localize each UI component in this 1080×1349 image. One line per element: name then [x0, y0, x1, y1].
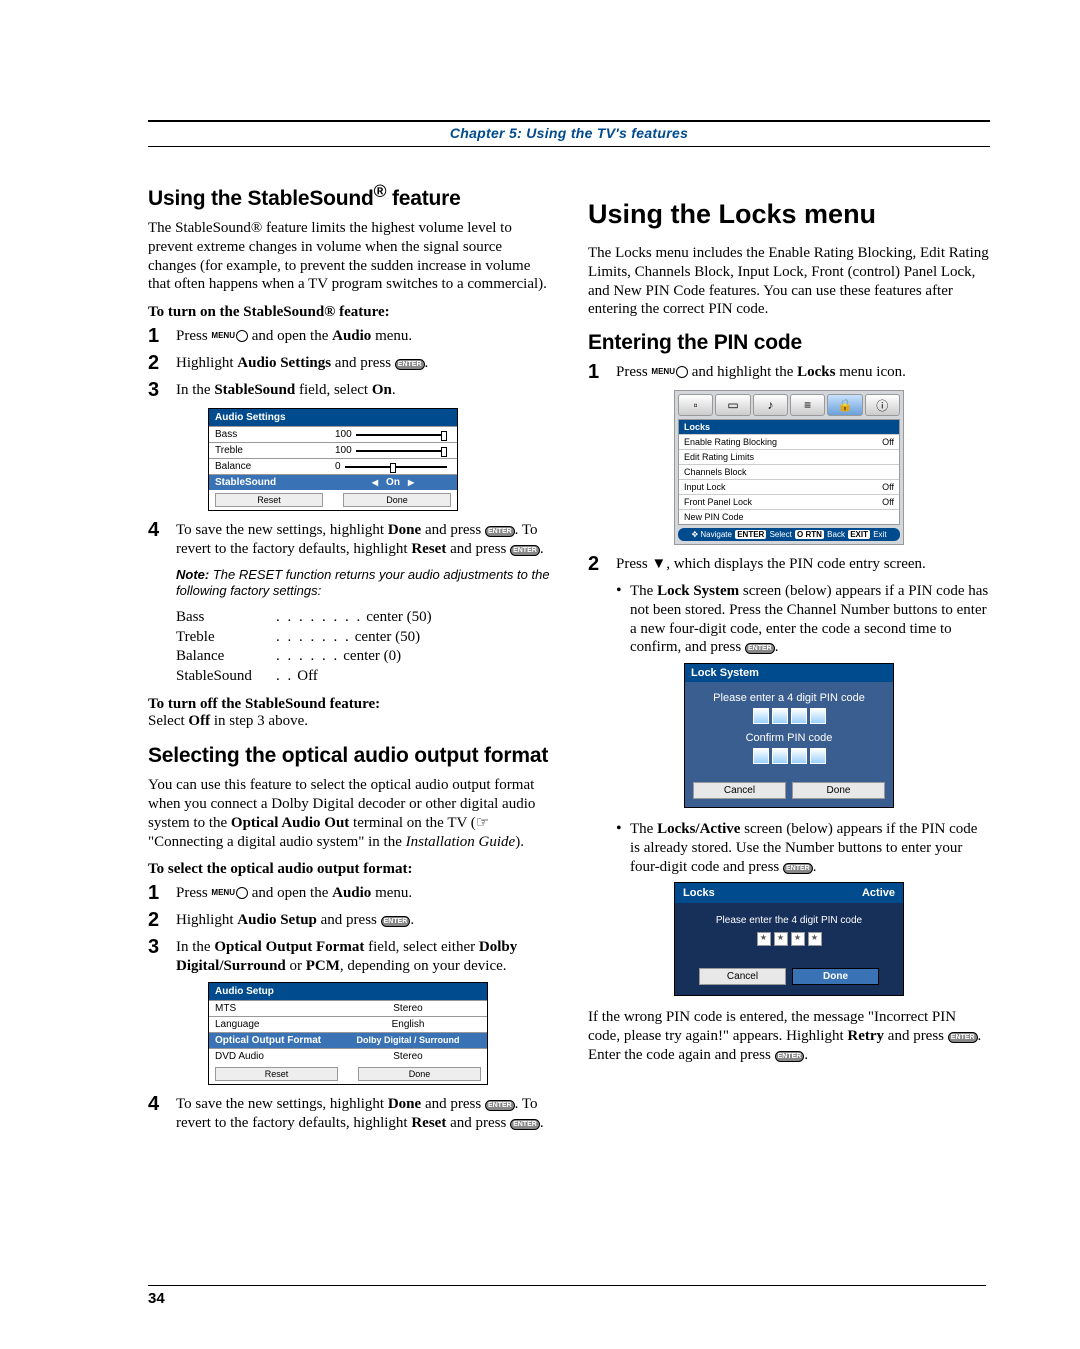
- row-front-panel-lock: Front Panel LockOff: [679, 494, 899, 509]
- tab-icon: ♪: [753, 394, 788, 416]
- enter-icon: ENTER: [381, 916, 411, 927]
- opt-step-1: 1 Press MENU and open the Audio menu.: [148, 884, 550, 905]
- locks-active-screenshot: Locks Active Please enter the 4 digit PIN…: [674, 882, 904, 996]
- bullet-lock-system: • The Lock System screen (below) appears…: [616, 582, 990, 657]
- lock-system-header: Lock System: [685, 664, 893, 682]
- opt-to-label: To select the optical audio output forma…: [148, 861, 550, 878]
- done-button: Done: [792, 968, 879, 985]
- step-4: 4 To save the new settings, highlight Do…: [148, 521, 550, 559]
- locks-menu-screenshot: ▫ ▭ ♪ ≡ 🔒 ⓘ Locks Enable Rating Blocking…: [674, 390, 904, 545]
- step-1: 1 Press MENU and open the Audio menu.: [148, 327, 550, 348]
- reset-button: Reset: [215, 1067, 338, 1081]
- enter-icon: ENTER: [783, 863, 813, 874]
- enter-icon: ENTER: [485, 526, 515, 537]
- locks-label: Locks: [683, 887, 715, 899]
- locks-intro: The Locks menu includes the Enable Ratin…: [588, 244, 990, 319]
- locks-panel-header: Locks: [679, 420, 899, 434]
- heading-locks-menu: Using the Locks menu: [588, 199, 990, 230]
- opt-step-2: 2 Highlight Audio Setup and press ENTER.: [148, 911, 550, 932]
- audio-settings-screenshot: Audio Settings Bass100 Treble100 Balance…: [208, 408, 458, 511]
- stablesound-intro: The StableSound® feature limits the high…: [148, 219, 550, 294]
- row-enable-rating: Enable Rating BlockingOff: [679, 434, 899, 449]
- tab-icon: ⓘ: [865, 394, 900, 416]
- wrong-pin-note: If the wrong PIN code is entered, the me…: [588, 1008, 990, 1064]
- enter-pin-label: Please enter a 4 digit PIN code: [693, 692, 885, 704]
- menu-icon: MENU: [211, 331, 248, 340]
- done-button: Done: [358, 1067, 481, 1081]
- row-channels-block: Channels Block: [679, 464, 899, 479]
- confirm-pin-label: Confirm PIN code: [693, 732, 885, 744]
- lock-system-screenshot: Lock System Please enter a 4 digit PIN c…: [684, 663, 894, 808]
- row-language: LanguageEnglish: [209, 1016, 487, 1032]
- active-label: Active: [862, 887, 895, 899]
- row-optical-output: Optical Output FormatDolby Digital / Sur…: [209, 1032, 487, 1048]
- reset-button: Reset: [215, 493, 323, 507]
- page-number: 34: [148, 1285, 986, 1307]
- audio-setup-header: Audio Setup: [209, 983, 487, 1000]
- opt-step-3: 3 In the Optical Output Format field, se…: [148, 938, 550, 976]
- pin-step-2: 2 Press ▼, which displays the PIN code e…: [588, 555, 990, 576]
- row-new-pin: New PIN Code: [679, 509, 899, 524]
- tab-icon: ≡: [790, 394, 825, 416]
- enter-icon: ENTER: [948, 1032, 978, 1043]
- nav-bar: ✥ Navigate ENTER Select O RTN Back EXIT …: [678, 528, 900, 541]
- heading-optical: Selecting the optical audio output forma…: [148, 744, 550, 768]
- turn-off-label: To turn off the StableSound feature:: [148, 696, 550, 713]
- menu-icon: MENU: [651, 367, 688, 376]
- pin-step-1: 1 Press MENU and highlight the Locks men…: [588, 363, 990, 384]
- enter-icon: ENTER: [510, 1119, 540, 1130]
- row-bass: Bass100: [209, 426, 457, 442]
- active-enter-pin-label: Please enter the 4 digit PIN code: [683, 915, 895, 926]
- menu-icon: MENU: [211, 888, 248, 897]
- cancel-button: Cancel: [693, 782, 786, 799]
- enter-icon: ENTER: [775, 1051, 805, 1062]
- enter-icon: ENTER: [395, 359, 425, 370]
- turn-on-label: To turn on the StableSound® feature:: [148, 304, 550, 321]
- step-3: 3 In the StableSound field, select On.: [148, 381, 550, 402]
- turn-off-body: Select Off in step 3 above.: [148, 713, 550, 730]
- bullet-locks-active: • The Locks/Active screen (below) appear…: [616, 820, 990, 876]
- audio-settings-header: Audio Settings: [209, 409, 457, 426]
- step-2: 2 Highlight Audio Settings and press ENT…: [148, 354, 550, 375]
- enter-icon: ENTER: [485, 1100, 515, 1111]
- enter-icon: ENTER: [510, 545, 540, 556]
- left-column: Using the StableSound® feature The Stabl…: [148, 181, 550, 1138]
- tab-locks-icon: 🔒: [827, 394, 862, 416]
- heading-pin: Entering the PIN code: [588, 331, 990, 355]
- audio-setup-screenshot: Audio Setup MTSStereo LanguageEnglish Op…: [208, 982, 488, 1085]
- row-mts: MTSStereo: [209, 1000, 487, 1016]
- done-button: Done: [792, 782, 885, 799]
- factory-defaults: Bass. . . . . . . .center (50) Treble. .…: [176, 608, 550, 686]
- optical-intro: You can use this feature to select the o…: [148, 776, 550, 851]
- chapter-title: Chapter 5: Using the TV's features: [450, 125, 688, 141]
- row-treble: Treble100: [209, 442, 457, 458]
- enter-icon: ENTER: [745, 643, 775, 654]
- chapter-header: Chapter 5: Using the TV's features: [148, 120, 990, 147]
- pin-confirm-fields: [693, 748, 885, 764]
- reset-note: Note: The RESET function returns your au…: [176, 567, 550, 601]
- row-dvd-audio: DVD AudioStereo: [209, 1048, 487, 1064]
- cancel-button: Cancel: [699, 968, 786, 985]
- right-column: Using the Locks menu The Locks menu incl…: [588, 181, 990, 1138]
- row-input-lock: Input LockOff: [679, 479, 899, 494]
- tab-icon: ▫: [678, 394, 713, 416]
- pin-fields: [693, 708, 885, 724]
- row-balance: Balance0: [209, 458, 457, 474]
- heading-stablesound: Using the StableSound® feature: [148, 181, 550, 211]
- row-stablesound: StableSoundOn: [209, 474, 457, 490]
- done-button: Done: [343, 493, 451, 507]
- opt-step-4: 4 To save the new settings, highlight Do…: [148, 1095, 550, 1133]
- row-edit-limits: Edit Rating Limits: [679, 449, 899, 464]
- tab-icon: ▭: [715, 394, 750, 416]
- active-pin-fields: ★ ★ ★ ★: [683, 932, 895, 946]
